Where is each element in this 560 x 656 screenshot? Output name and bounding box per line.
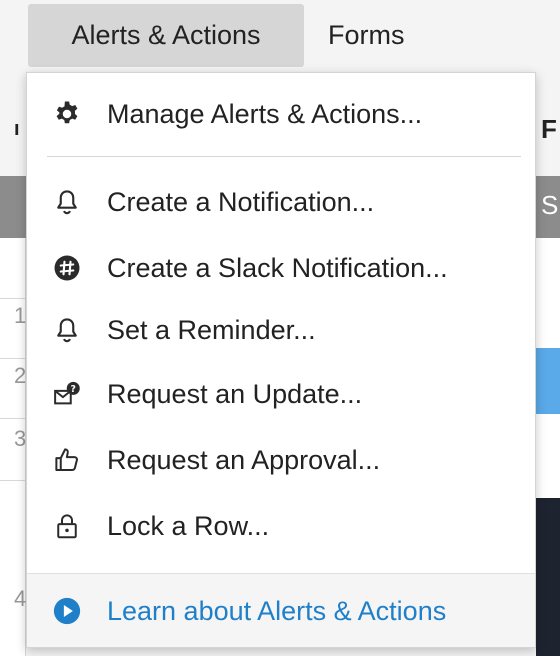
menu-item-label: Create a Slack Notification... — [107, 252, 448, 283]
menu-item-label: Create a Notification... — [107, 186, 375, 217]
envelope-question-icon: ? — [51, 378, 83, 410]
menu-bar: Alerts & Actions Forms — [0, 0, 560, 70]
learn-about-alerts-link[interactable]: Learn about Alerts & Actions — [27, 582, 535, 640]
play-circle-icon — [51, 595, 83, 627]
svg-text:?: ? — [71, 384, 76, 395]
learn-more-footer: Learn about Alerts & Actions — [27, 573, 535, 647]
row-number: 2 — [14, 363, 27, 388]
learn-more-label: Learn about Alerts & Actions — [107, 595, 447, 626]
slack-icon — [51, 252, 83, 284]
grid-fragment: ı — [14, 118, 20, 140]
row-number: 4 — [14, 586, 27, 611]
row-number: 1 — [14, 303, 27, 328]
column-header-fragment: F — [541, 114, 557, 144]
app-stage: Alerts & Actions Forms 1 2 3 4 F S ı Man… — [0, 0, 560, 656]
menu-item-label: Set a Reminder... — [107, 314, 316, 345]
menu-item-manage-alerts[interactable]: Manage Alerts & Actions... — [27, 85, 535, 143]
menu-forms-label: Forms — [328, 20, 405, 50]
bell-icon — [51, 314, 83, 346]
menu-item-label: Manage Alerts & Actions... — [107, 98, 423, 129]
menu-alerts-actions-label: Alerts & Actions — [71, 20, 261, 50]
menu-item-request-update[interactable]: ? Request an Update... — [27, 365, 535, 423]
thumbs-up-icon — [51, 444, 83, 476]
grid-line — [0, 418, 26, 419]
grid-cells-right-lower — [536, 414, 560, 498]
row-number: 3 — [14, 426, 27, 451]
menu-item-label: Request an Approval... — [107, 444, 381, 475]
menu-item-lock-row[interactable]: Lock a Row... — [27, 497, 535, 555]
menu-alerts-actions[interactable]: Alerts & Actions — [28, 4, 304, 67]
alerts-actions-dropdown: Manage Alerts & Actions... Create a Noti… — [26, 72, 536, 648]
lock-icon — [51, 510, 83, 542]
grid-line — [0, 358, 26, 359]
column-header-fragment: S — [541, 190, 559, 220]
grid-line — [0, 480, 26, 481]
menu-item-label: Request an Update... — [107, 378, 363, 409]
grid-selected-cell — [536, 348, 560, 414]
menu-item-label: Lock a Row... — [107, 510, 270, 541]
menu-item-create-slack-notification[interactable]: Create a Slack Notification... — [27, 239, 535, 297]
menu-item-create-notification[interactable]: Create a Notification... — [27, 173, 535, 231]
menu-forms[interactable]: Forms — [328, 4, 405, 67]
grid-line — [0, 298, 26, 299]
gear-icon — [51, 98, 83, 130]
grid-image-cell — [536, 498, 560, 656]
menu-separator — [47, 156, 521, 157]
grid-header-left — [0, 176, 26, 238]
menu-item-set-reminder[interactable]: Set a Reminder... — [27, 301, 535, 359]
menu-item-request-approval[interactable]: Request an Approval... — [27, 431, 535, 489]
grid-cells-right — [536, 238, 560, 348]
bell-icon — [51, 186, 83, 218]
